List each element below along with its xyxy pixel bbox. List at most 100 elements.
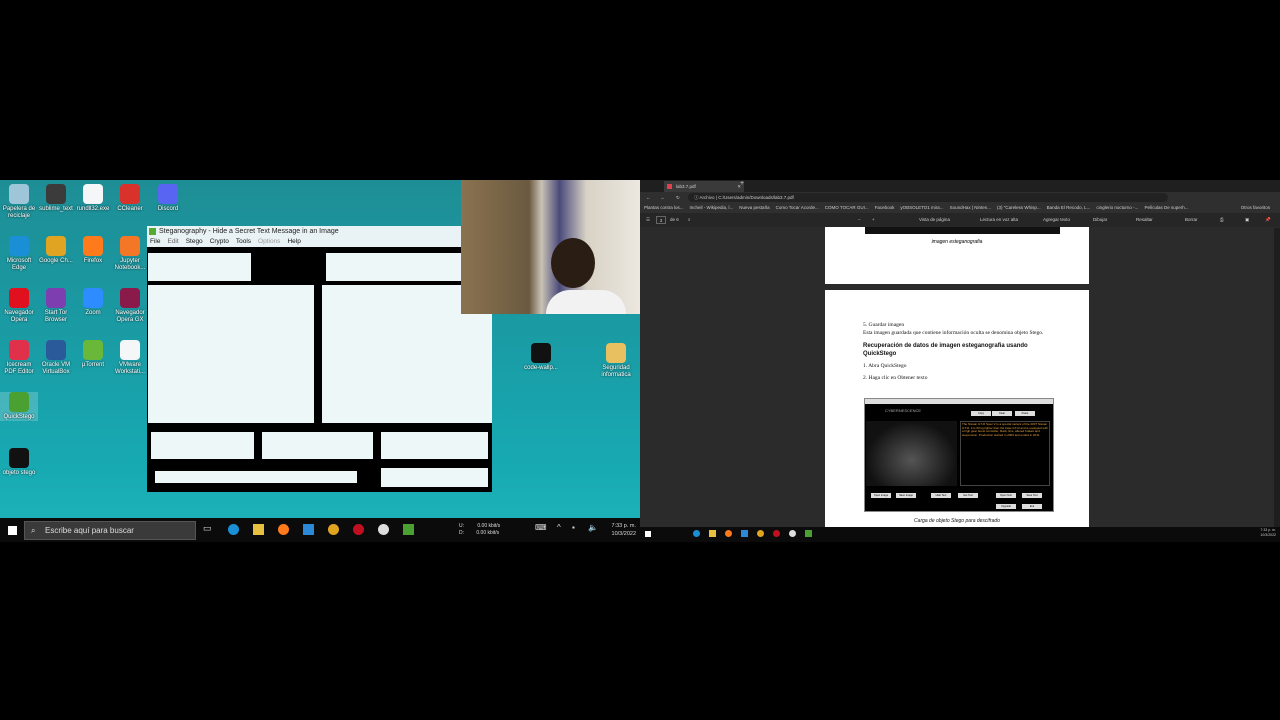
bookmark-item[interactable]: Otros favoritos	[1241, 203, 1270, 213]
taskbar-edge-icon[interactable]	[228, 524, 239, 535]
back-icon[interactable]: ←	[646, 192, 651, 203]
address-bar[interactable]: ⓘ Archivo | C:/Users/admin/Downloads/lab…	[688, 193, 1168, 202]
address-bar-row: ← → ↻ ⓘ Archivo | C:/Users/admin/Downloads…	[640, 192, 1280, 203]
contents-icon[interactable]: ☰	[646, 213, 650, 227]
button-2[interactable]	[262, 432, 373, 459]
desktop-icon-icecream-pdf-editor[interactable]: Icecream PDF Editor	[0, 340, 38, 376]
desktop-icon-papelera-de-reciclaje[interactable]: Papelera de reciclaje	[0, 184, 38, 220]
icon-label: Firefox	[83, 258, 103, 264]
bookmark-item[interactable]: COMO TOCAR GUI...	[825, 205, 869, 210]
taskbar-firefox-icon[interactable]	[278, 524, 289, 535]
desktop-icon-zoom[interactable]: Zoom	[74, 288, 112, 317]
taskbar-opera-icon[interactable]	[353, 524, 364, 535]
draw-button[interactable]: Dibujar	[1093, 213, 1107, 227]
keyboard-icon[interactable]: ⌨	[535, 523, 547, 532]
bookmark-item[interactable]: Plantas contra los...	[644, 205, 684, 210]
desktop-icon-seguridad-informatica[interactable]: Seguridad informatica	[597, 343, 635, 379]
bookmark-item[interactable]: Facebook	[875, 205, 895, 210]
desktop-icon-sublime-text[interactable]: sublime_text	[37, 184, 75, 213]
bookmark-item[interactable]: Banda El Recodo, L...	[1047, 205, 1091, 210]
chevron-up-icon[interactable]: ^	[557, 523, 561, 532]
taskbar-mail-icon[interactable]	[741, 530, 748, 537]
highlight-button[interactable]: Resaltar	[1136, 213, 1153, 227]
menu-tools[interactable]: Tools	[236, 238, 251, 245]
desktop-icon-navegador-opera-gx[interactable]: Navegador Opera GX	[111, 288, 149, 324]
page-number-input[interactable]: 3	[656, 216, 666, 224]
forward-icon[interactable]: →	[660, 192, 665, 203]
desktop-icon-objeto-stego[interactable]: objeto stego	[0, 448, 38, 477]
figure-button: Hide Text	[931, 493, 951, 498]
title-bar[interactable]: Steganography - Hide a Secret Text Messa…	[147, 226, 492, 237]
taskbar-obs-icon[interactable]	[378, 524, 389, 535]
erase-button[interactable]: Borrar	[1185, 213, 1198, 227]
clock[interactable]: 7:33 p. m. 10/3/2022	[602, 522, 636, 538]
menu-options[interactable]: Options	[258, 238, 280, 245]
task-view-icon[interactable]: ▭	[203, 523, 212, 534]
bookmark-item[interactable]: Nueva pestaña	[739, 205, 769, 210]
desktop-icon-jupyter-notebook-[interactable]: Jupyter Notebook...	[111, 236, 149, 272]
bookmark-item[interactable]: Películas De superh...	[1144, 205, 1188, 210]
button-3[interactable]	[381, 432, 488, 459]
zoom-out-icon[interactable]: −	[858, 213, 861, 227]
bookmark-item[interactable]: (3) "Careless Whisp...	[997, 205, 1041, 210]
add-text-button[interactable]: Agregar texto	[1043, 213, 1070, 227]
taskbar-file-explorer-icon[interactable]	[709, 530, 716, 537]
desktop-icon-quickstego[interactable]: QuickStego	[0, 392, 38, 421]
print-icon[interactable]: ⎙	[1220, 213, 1224, 227]
bookmark-item[interactable]: SoundHax | Ninten...	[950, 205, 991, 210]
search-box[interactable]: ⌕ Escribe aquí para buscar	[24, 521, 196, 540]
desktop-icon-rundll32-exe[interactable]: rundll32.exe	[74, 184, 112, 213]
refresh-icon[interactable]: ↻	[676, 192, 680, 203]
volume-icon[interactable]: 🔈	[588, 523, 598, 532]
new-tab-icon[interactable]: +	[740, 180, 744, 187]
page-view-button[interactable]: Vista de página	[919, 213, 950, 227]
taskbar-chrome-icon[interactable]	[757, 530, 764, 537]
taskbar-chrome-icon[interactable]	[328, 524, 339, 535]
icon-label: code-wallp...	[524, 365, 558, 371]
menu-file[interactable]: File	[150, 238, 160, 245]
desktop-icon--torrent[interactable]: µTorrent	[74, 340, 112, 369]
panel-top-left[interactable]	[148, 253, 251, 281]
taskbar-quickstego-icon[interactable]	[805, 530, 812, 537]
menu-help[interactable]: Help	[287, 238, 300, 245]
taskbar-mail-icon[interactable]	[303, 524, 314, 535]
desktop-icon-code-wallp-[interactable]: code-wallp...	[522, 343, 560, 372]
search-icon[interactable]: ⌕	[688, 213, 691, 227]
desktop-icon-google-ch-[interactable]: Google Ch...	[37, 236, 75, 265]
bookmark-item[interactable]: Incheil - Wikipedia, l...	[690, 205, 734, 210]
desktop-icon-microsoft-edge[interactable]: Microsoft Edge	[0, 236, 38, 272]
desktop-icon-oracle-vm-virtualbox[interactable]: Oracle VM VirtualBox	[37, 340, 75, 376]
button-1[interactable]	[151, 432, 254, 459]
tab-lab3-7[interactable]: lab3.7.pdf ✕	[664, 181, 744, 192]
desktop-icon-vmware-workstati-[interactable]: VMware Workstati...	[111, 340, 149, 376]
windows-start-icon[interactable]	[645, 531, 651, 537]
menu-edit[interactable]: Edit	[167, 238, 178, 245]
desktop-icon-navegador-opera[interactable]: Navegador Opera	[0, 288, 38, 324]
read-aloud-button[interactable]: Lectura en voz alta	[980, 213, 1018, 227]
bookmark-item[interactable]: yOBSOLETO1 mira...	[900, 205, 943, 210]
bookmark-item[interactable]: Como Tocar Acorde...	[776, 205, 819, 210]
bookmark-item[interactable]: cinglerio nocturno -...	[1096, 205, 1138, 210]
desktop-icon-start-tor-browser[interactable]: Start Tor Browser	[37, 288, 75, 324]
desktop-icon-ccleaner[interactable]: CCleaner	[111, 184, 149, 213]
desktop-icon-discord[interactable]: Discord	[149, 184, 187, 213]
menu-crypto[interactable]: Crypto	[210, 238, 229, 245]
save-icon[interactable]: ▣	[1245, 213, 1249, 227]
menu-stego[interactable]: Stego	[186, 238, 203, 245]
taskbar-opera-icon[interactable]	[773, 530, 780, 537]
image-pane[interactable]	[148, 285, 314, 423]
battery-icon[interactable]: ▪	[572, 523, 575, 532]
taskbar-file-explorer-icon[interactable]	[253, 524, 264, 535]
pin-icon[interactable]: 📌	[1265, 213, 1271, 227]
taskbar-edge-icon[interactable]	[693, 530, 700, 537]
desktop-icon-firefox[interactable]: Firefox	[74, 236, 112, 265]
zoom-in-icon[interactable]: +	[872, 213, 875, 227]
button-4[interactable]	[381, 468, 488, 487]
windows-start-icon[interactable]	[8, 526, 17, 535]
scrollbar[interactable]	[1274, 228, 1280, 528]
clock[interactable]: 7:33 p. m. 10/3/2022	[1240, 528, 1276, 538]
taskbar-firefox-icon[interactable]	[725, 530, 732, 537]
taskbar-obs-icon[interactable]	[789, 530, 796, 537]
icon-label: objeto stego	[2, 470, 36, 476]
taskbar-quickstego-icon[interactable]	[403, 524, 414, 535]
